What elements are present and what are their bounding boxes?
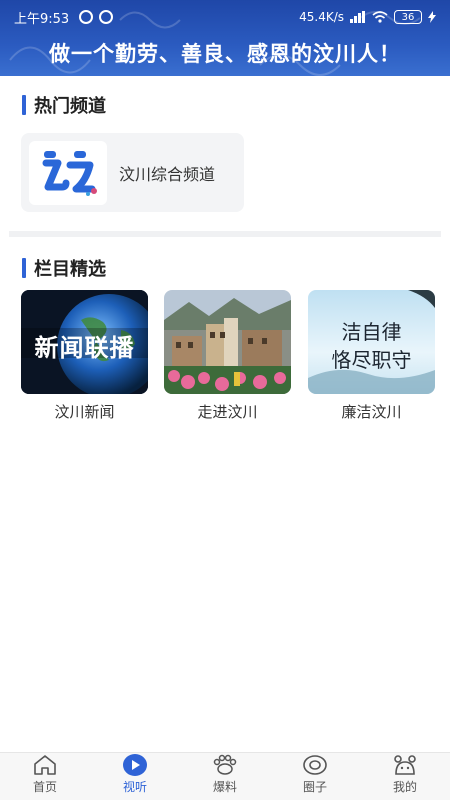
wifi-icon [372, 11, 388, 23]
battery-icon: 36 [394, 10, 422, 24]
tab-report-label: 爆料 [212, 780, 237, 794]
tab-circle[interactable]: 圈子 [270, 753, 360, 800]
play-icon [121, 753, 149, 777]
paw-icon [211, 753, 239, 777]
tab-mine[interactable]: 我的 [360, 753, 450, 800]
sync-icon [79, 10, 94, 24]
column-item-wenchuan-news[interactable]: 新闻联播 汶川新闻 [21, 290, 148, 422]
hot-channels-title: 热门频道 [22, 92, 106, 118]
channel-name: 汶川综合频道 [119, 164, 216, 184]
featured-columns-title-text: 栏目精选 [34, 259, 106, 280]
app-header: 上午9:53 45.4K/s 36 做一个勤劳、善良、感恩的汶川人！ [0, 0, 450, 76]
tab-audio-video[interactable]: 视听 [90, 753, 180, 800]
column-label: 走进汶川 [197, 403, 258, 421]
news-thumb-text: 新闻联播 [34, 334, 135, 362]
status-right: 45.4K/s 36 [299, 10, 436, 24]
title-accent-bar [22, 258, 26, 278]
integrity-line-2: 恪尽职守 [331, 348, 412, 372]
status-time: 上午9:53 [14, 11, 70, 27]
tab-home[interactable]: 首页 [0, 753, 90, 800]
tab-home-label: 首页 [32, 780, 57, 794]
tab-circle-label: 圈子 [302, 780, 327, 794]
column-label: 廉洁汶川 [341, 403, 402, 421]
profile-icon [391, 753, 419, 777]
home-icon [31, 753, 59, 777]
location-icon [99, 10, 114, 24]
signal-icon [350, 11, 365, 23]
header-slogan: 做一个勤劳、善良、感恩的汶川人！ [49, 41, 401, 66]
circle-icon [301, 753, 329, 777]
column-item-clean-wenchuan[interactable]: 洁自律 恪尽职守 廉洁汶川 [308, 290, 435, 422]
featured-columns-title: 栏目精选 [22, 255, 106, 281]
channel-card-wenchuan[interactable]: 汶川综合频道 [21, 133, 244, 212]
column-item-enter-wenchuan[interactable]: 走进汶川 [164, 290, 291, 422]
charging-icon [428, 11, 436, 23]
column-thumb-integrity: 洁自律 恪尽职守 [308, 290, 435, 394]
column-thumb-town [164, 290, 291, 394]
column-label: 汶川新闻 [54, 403, 115, 421]
integrity-line-1: 洁自律 [341, 320, 402, 344]
bottom-tab-bar: 首页 视听 爆料 圈子 我的 [0, 752, 450, 800]
tab-report[interactable]: 爆料 [180, 753, 270, 800]
network-speed: 45.4K/s [299, 10, 344, 24]
wenchuan-tv-logo-icon [29, 140, 107, 205]
tab-audio-video-label: 视听 [122, 780, 147, 794]
tab-mine-label: 我的 [392, 780, 417, 794]
section-divider [9, 231, 441, 237]
title-accent-bar [22, 95, 26, 115]
status-bar: 上午9:53 45.4K/s 36 [0, 0, 450, 34]
hot-channels-title-text: 热门频道 [34, 96, 106, 117]
integrity-thumb-text: 洁自律 恪尽职守 [308, 318, 435, 374]
column-thumb-news: 新闻联播 [21, 290, 148, 394]
